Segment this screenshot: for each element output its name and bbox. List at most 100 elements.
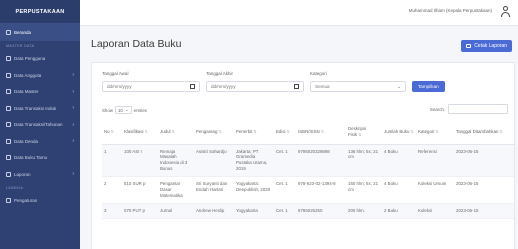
table-row[interactable]: 3 070 PUT p Jurnal Andrew Heslip Yogyakarta C… xyxy=(102,203,514,219)
table-search: Search: xyxy=(430,104,508,114)
table-cell: 3 xyxy=(102,203,122,219)
calendar-icon[interactable] xyxy=(294,84,299,89)
app-brand[interactable]: PERPUSTAKAAN xyxy=(0,0,80,24)
entries-select[interactable]: 10 ⌄ xyxy=(114,106,132,114)
table-cell: Jakarta: PT Gramedia Pustaka Utama, 2019 xyxy=(234,144,274,178)
chevron-right-icon: › xyxy=(72,105,74,112)
calendar-icon[interactable] xyxy=(190,84,195,89)
print-report-label: Cetak Laporan xyxy=(474,43,507,49)
sidebar-item-label: Laporan xyxy=(14,171,31,177)
column-header[interactable]: Kategori⇅ xyxy=(416,120,454,145)
column-header[interactable]: No⇅ xyxy=(102,120,122,145)
chevron-down-icon: ⌄ xyxy=(397,83,401,89)
sidebar: PERPUSTAKAAN Beranda MASTER DATA Data Pe… xyxy=(0,0,80,249)
table-cell: Cet. 1 xyxy=(274,203,296,219)
sort-icon: ⇅ xyxy=(110,129,114,134)
column-header[interactable]: ISBN/ISSN⇅ xyxy=(296,120,346,145)
page-title: Laporan Data Buku xyxy=(91,38,182,50)
report-card: Tanggal Awal dd/mm/yyyy Tanggal Akhir dd… xyxy=(91,62,515,249)
column-header[interactable]: Judul⇅ xyxy=(158,120,194,145)
column-header[interactable]: Deskripsi Fisik⇅ xyxy=(346,120,382,145)
sidebar-item-label: Data Master xyxy=(14,89,39,95)
column-header[interactable]: Edisi⇅ xyxy=(274,120,296,145)
table-cell: 136 hlm; 5x; 21 cm xyxy=(346,144,382,178)
menu-item-icon xyxy=(6,171,11,177)
table-cell: Cet. 1 xyxy=(274,144,296,178)
category-select[interactable]: Semua ⌄ xyxy=(310,81,406,92)
table-cell: Pengantar Dasar Matematika xyxy=(158,176,194,205)
sort-icon: ⇅ xyxy=(218,129,222,134)
column-header[interactable]: Klasifikasi⇅ xyxy=(122,120,158,145)
sidebar-item-beranda[interactable]: Beranda xyxy=(0,24,80,41)
sidebar-item-2[interactable]: Data Master › xyxy=(0,84,80,101)
sort-icon: ⇅ xyxy=(253,129,257,134)
sort-icon: ⇅ xyxy=(286,129,290,134)
table-cell: 2023-06-15 xyxy=(454,203,514,219)
table-cell: Cet. 1 xyxy=(274,176,296,205)
sort-icon: ⇅ xyxy=(320,129,324,134)
user-icon[interactable] xyxy=(501,6,510,18)
sidebar-section-other: LAINNYA xyxy=(6,185,24,190)
print-report-button[interactable]: Cetak Laporan xyxy=(461,40,512,52)
table-cell: 9786026260 xyxy=(296,203,346,219)
column-header[interactable]: Pengarang⇅ xyxy=(194,120,234,145)
menu-item-icon xyxy=(6,138,11,144)
sidebar-item-6[interactable]: Data Buku Tamu xyxy=(0,150,80,167)
table-cell: 978-623-02-1394-8 xyxy=(296,176,346,205)
chevron-right-icon: › xyxy=(72,121,74,128)
table-row[interactable]: 2 510 SUR p Pengantar Dasar Matematika Sri … xyxy=(102,176,514,205)
chevron-down-icon: ⌄ xyxy=(124,107,129,112)
column-header[interactable]: Tanggal Ditambahkan⇅ xyxy=(454,120,514,145)
table-row[interactable]: 1 100 ASI r Remaja Masalah Indonesia di 3 … xyxy=(102,144,514,178)
table-cell: 2 xyxy=(102,176,122,205)
menu-item-icon xyxy=(6,72,11,78)
chevron-right-icon: › xyxy=(72,72,74,79)
chevron-right-icon: › xyxy=(72,171,74,178)
end-date-field[interactable]: dd/mm/yyyy xyxy=(206,81,304,92)
search-input[interactable] xyxy=(448,104,508,114)
sort-icon: ⇅ xyxy=(171,129,175,134)
table-cell: Asistri Sahardjo xyxy=(194,144,234,178)
sidebar-item-5[interactable]: Data Denda › xyxy=(0,133,80,150)
category-label: Kategori xyxy=(310,71,327,76)
sidebar-item-pengaturan[interactable]: Pengaturan xyxy=(0,193,80,210)
table-cell: 510 SUR p xyxy=(122,176,158,205)
apply-filter-button[interactable]: Tampilkan xyxy=(412,81,445,92)
table-cell: 4 Buku xyxy=(382,144,416,178)
table-cell: Sri Suryanti dan Endah Hartati xyxy=(194,176,234,205)
sidebar-item-3[interactable]: Data Transaksi Induk › xyxy=(0,100,80,117)
column-header[interactable]: Jumlah Buku⇅ xyxy=(382,120,416,145)
sort-icon: ⇅ xyxy=(410,129,414,134)
start-date-label: Tanggal Awal xyxy=(102,71,129,76)
topbar: Muhammad Ilham (Kepala Perpustakaan) xyxy=(80,0,518,26)
table-cell: 2023-06-15 xyxy=(454,176,514,205)
column-header[interactable]: Penerbit⇅ xyxy=(234,120,274,145)
menu-item-icon xyxy=(6,105,11,111)
sidebar-item-label: Beranda xyxy=(14,29,32,35)
start-date-field[interactable]: dd/mm/yyyy xyxy=(102,81,200,92)
menu-item-icon xyxy=(6,56,11,62)
user-name[interactable]: Muhammad Ilham (Kepala Perpustakaan) xyxy=(409,8,492,13)
table-cell: Yogyakarta: Deepublish, 2020 xyxy=(234,176,274,205)
table-cell: Remaja Masalah Indonesia di 3 Bunus xyxy=(158,144,194,178)
sidebar-item-1[interactable]: Data Anggota › xyxy=(0,67,80,84)
sidebar-item-0[interactable]: Data Pengguna xyxy=(0,51,80,68)
chevron-right-icon: › xyxy=(72,88,74,95)
sidebar-item-label: Data Anggota xyxy=(14,72,42,78)
sidebar-item-4[interactable]: Data Transaksi/Tahunan › xyxy=(0,117,80,134)
end-date-label: Tanggal Akhir xyxy=(206,71,234,76)
sidebar-item-label: Data Transaksi/Tahunan xyxy=(14,122,63,128)
sidebar-item-label: Data Pengguna xyxy=(14,56,46,62)
sort-icon: ⇅ xyxy=(435,129,439,134)
menu-item-icon xyxy=(6,155,11,161)
sort-icon: ⇅ xyxy=(144,129,148,134)
sidebar-item-7[interactable]: Laporan › xyxy=(0,166,80,183)
table-cell: Andrew Heslip xyxy=(194,203,234,219)
menu-item-icon xyxy=(6,89,11,95)
table-cell: 4 Buku xyxy=(382,176,416,205)
table-cell: 200 hlm. xyxy=(346,203,382,219)
table-cell: Jurnal xyxy=(158,203,194,219)
entries-control: Show 10 ⌄ entries xyxy=(102,106,147,114)
print-icon xyxy=(466,44,472,48)
sidebar-item-label: Data Buku Tamu xyxy=(14,155,48,161)
